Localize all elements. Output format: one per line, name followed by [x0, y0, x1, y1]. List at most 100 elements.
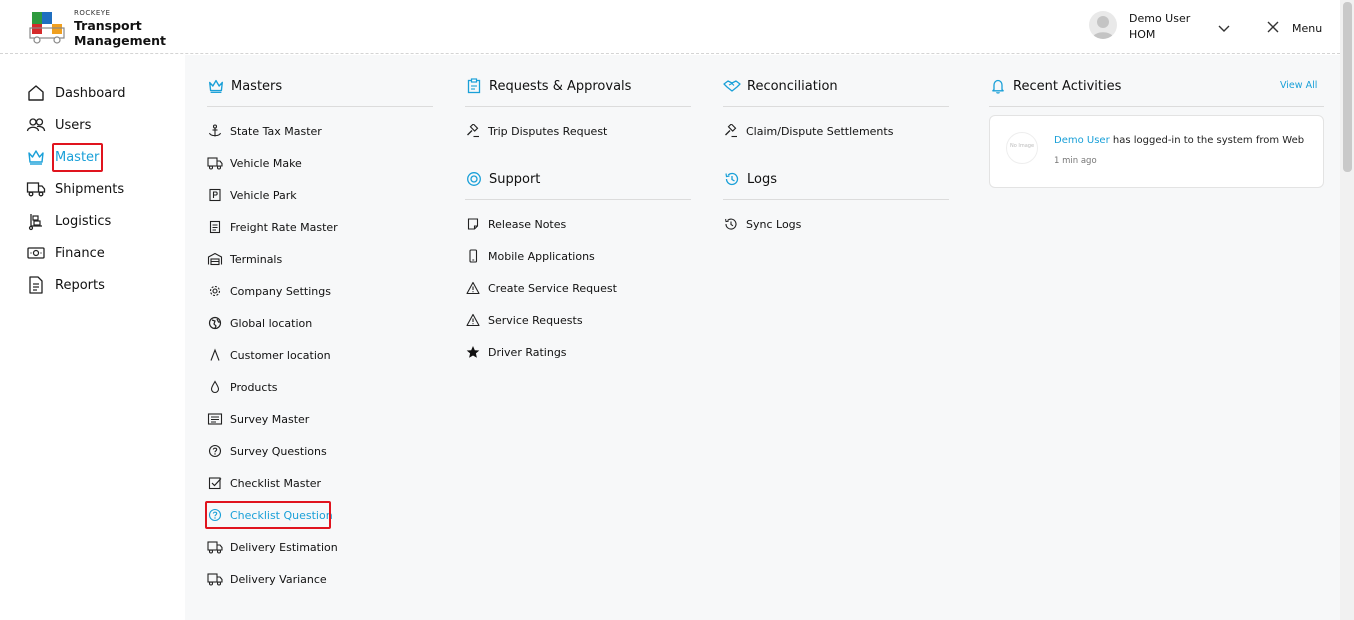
link-label: State Tax Master [230, 124, 322, 138]
link-label: Company Settings [230, 284, 331, 298]
sidebar-item-shipments[interactable]: Shipments [26, 178, 124, 200]
divider [723, 199, 949, 200]
link-survey-questions[interactable]: Survey Questions [207, 442, 327, 460]
link-service-requests[interactable]: Service Requests [465, 311, 583, 329]
section-title: Requests & Approvals [489, 78, 632, 94]
link-sync-logs[interactable]: Sync Logs [723, 215, 801, 233]
users-icon [26, 115, 46, 135]
link-vehicle-make[interactable]: Vehicle Make [207, 154, 302, 172]
home-icon [26, 83, 46, 103]
document-icon [207, 219, 223, 235]
note-icon [465, 216, 481, 232]
link-customer-location[interactable]: Customer location [207, 346, 331, 364]
menu-button[interactable]: Menu [1292, 22, 1322, 35]
section-recent-activities: Recent Activities [989, 75, 1121, 97]
sidebar [0, 55, 185, 620]
link-label: Release Notes [488, 217, 567, 231]
section-title: Logs [747, 171, 777, 187]
star-icon [465, 344, 481, 360]
link-label: Trip Disputes Request [488, 124, 608, 138]
link-create-service-request[interactable]: Create Service Request [465, 279, 617, 297]
sidebar-item-logistics[interactable]: Logistics [26, 210, 111, 232]
survey-icon [207, 411, 223, 427]
activity-card: No Image Demo User has logged-in to the … [989, 115, 1324, 188]
truck-icon [207, 155, 223, 171]
highlight-box-master [52, 143, 103, 172]
link-driver-ratings[interactable]: Driver Ratings [465, 343, 567, 361]
warning-icon [465, 280, 481, 296]
section-reconciliation: Reconciliation [723, 75, 838, 97]
mobile-icon [465, 248, 481, 264]
link-label: Delivery Estimation [230, 540, 338, 554]
truck-icon [207, 571, 223, 587]
highlight-box-checklist-question [205, 501, 331, 529]
divider [207, 106, 433, 107]
sidebar-item-label: Users [55, 117, 92, 133]
link-state-tax-master[interactable]: State Tax Master [207, 122, 322, 140]
scrollbar[interactable] [1340, 0, 1354, 620]
link-global-location[interactable]: Global location [207, 314, 312, 332]
link-claim-dispute-settlements[interactable]: Claim/Dispute Settlements [723, 122, 893, 140]
brand-line1: Transport [74, 18, 142, 33]
activity-text: Demo User has logged-in to the system fr… [1054, 135, 1304, 146]
view-all-link[interactable]: View All [1280, 80, 1317, 91]
link-label: Products [230, 380, 278, 394]
money-icon [26, 243, 46, 263]
gavel-icon [465, 123, 481, 139]
logistics-icon [26, 211, 46, 231]
scrollbar-thumb[interactable] [1343, 2, 1352, 172]
sidebar-item-users[interactable]: Users [26, 114, 91, 136]
divider [465, 199, 691, 200]
link-vehicle-park[interactable]: Vehicle Park [207, 186, 297, 204]
section-title: Recent Activities [1013, 78, 1122, 94]
link-label: Survey Questions [230, 444, 327, 458]
link-label: Terminals [230, 252, 283, 266]
link-freight-rate-master[interactable]: Freight Rate Master [207, 218, 338, 236]
link-terminals[interactable]: Terminals [207, 250, 282, 268]
link-label: Claim/Dispute Settlements [746, 124, 894, 138]
link-mobile-applications[interactable]: Mobile Applications [465, 247, 595, 265]
truck-icon [207, 539, 223, 555]
sidebar-item-dashboard[interactable]: Dashboard [26, 82, 126, 104]
truck-icon [26, 179, 46, 199]
link-products[interactable]: Products [207, 378, 278, 396]
link-release-notes[interactable]: Release Notes [465, 215, 566, 233]
pin-icon [207, 347, 223, 363]
top-header: ROCKEYE Transport Management Demo User H… [0, 0, 1340, 54]
section-logs: Logs [723, 168, 777, 190]
link-company-settings[interactable]: Company Settings [207, 282, 331, 300]
chevron-down-icon[interactable] [1217, 20, 1231, 34]
garage-icon [207, 251, 223, 267]
link-delivery-estimation[interactable]: Delivery Estimation [207, 538, 338, 556]
activity-user-link[interactable]: Demo User [1054, 135, 1110, 146]
history-icon [723, 216, 739, 232]
link-label: Survey Master [230, 412, 310, 426]
history-icon [723, 170, 741, 188]
question-icon [207, 443, 223, 459]
anchor-icon [207, 123, 223, 139]
drop-icon [207, 379, 223, 395]
link-trip-disputes-request[interactable]: Trip Disputes Request [465, 122, 607, 140]
sidebar-item-finance[interactable]: Finance [26, 242, 105, 264]
section-masters: Masters [207, 75, 282, 97]
link-survey-master[interactable]: Survey Master [207, 410, 309, 428]
divider [465, 106, 691, 107]
user-name[interactable]: Demo User [1129, 12, 1190, 25]
link-label: Driver Ratings [488, 345, 567, 359]
lifebuoy-icon [465, 170, 483, 188]
sidebar-item-label: Reports [55, 277, 105, 293]
sidebar-item-reports[interactable]: Reports [26, 274, 105, 296]
sidebar-item-label: Finance [55, 245, 105, 261]
close-icon[interactable] [1266, 19, 1280, 33]
user-org: HOM [1129, 28, 1156, 41]
section-title: Support [489, 171, 541, 187]
crown-icon [207, 77, 225, 95]
link-delivery-variance[interactable]: Delivery Variance [207, 570, 327, 588]
activity-message: has logged-in to the system from Web [1109, 135, 1305, 146]
checkbox-icon [207, 475, 223, 491]
link-checklist-master[interactable]: Checklist Master [207, 474, 321, 492]
avatar[interactable] [1089, 11, 1117, 39]
logo-icon[interactable] [28, 10, 68, 44]
gear-icon [207, 283, 223, 299]
link-label: Freight Rate Master [230, 220, 338, 234]
